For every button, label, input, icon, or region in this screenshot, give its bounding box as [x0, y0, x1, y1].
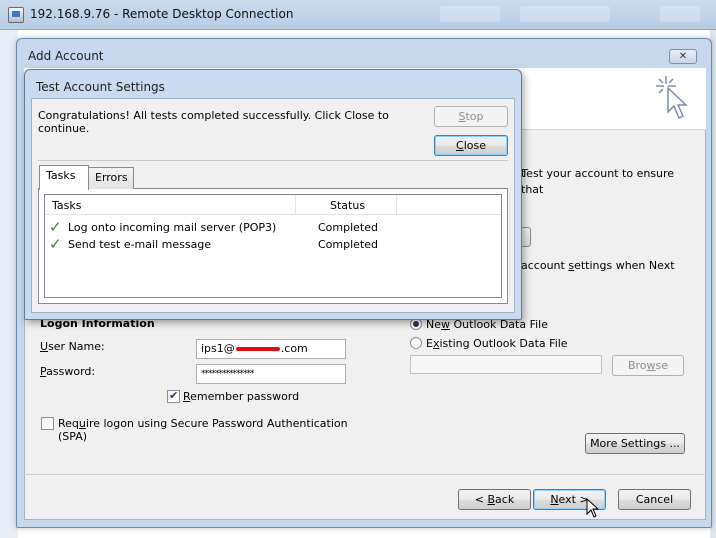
spa-label: Require logon using Secure Password Auth…: [58, 417, 348, 430]
rdp-app-icon: [8, 7, 24, 23]
rdp-window-title: 192.168.9.76 - Remote Desktop Connection: [30, 7, 294, 21]
column-divider: [396, 195, 397, 215]
success-message: Congratulations! All tests completed suc…: [38, 109, 389, 135]
password-input[interactable]: ***************: [196, 364, 346, 384]
user-name-label: User Name:: [40, 340, 105, 353]
existing-data-file-label: Existing Outlook Data File: [426, 337, 568, 350]
test-on-next-text: account settings when Next: [521, 259, 675, 272]
column-header-tasks[interactable]: Tasks: [52, 199, 81, 212]
task-status: Completed: [318, 221, 378, 234]
task-status: Completed: [318, 238, 378, 251]
user-name-input[interactable]: ips1@ .com: [196, 339, 346, 359]
rdp-title-bar: 192.168.9.76 - Remote Desktop Connection: [0, 0, 716, 30]
intro-text: tTest your account to ensure that: [521, 167, 675, 196]
tasks-list-header: [45, 195, 501, 215]
task-name: Send test e-mail message: [68, 238, 212, 251]
background-taskbar-item: [660, 6, 700, 22]
column-divider: [295, 195, 296, 215]
tab-errors[interactable]: Errors: [88, 167, 134, 189]
back-button[interactable]: < Back: [458, 489, 531, 510]
test-dialog-title: Test Account Settings: [36, 80, 165, 94]
footer-divider: [24, 474, 706, 475]
cancel-button[interactable]: Cancel: [618, 489, 691, 510]
spa-checkbox[interactable]: [41, 417, 54, 430]
more-settings-button[interactable]: More Settings ...: [585, 433, 685, 454]
tab-tasks[interactable]: Tasks: [39, 165, 89, 190]
background-taskbar-item: [440, 6, 500, 22]
add-account-close-button[interactable]: ✕: [669, 49, 697, 64]
spa-label-line2: (SPA): [58, 430, 88, 443]
background-taskbar-item: [520, 6, 610, 22]
remember-password-checkbox[interactable]: [167, 389, 180, 403]
password-label: Password:: [40, 365, 96, 378]
close-button[interactable]: Close: [434, 135, 508, 156]
column-header-status[interactable]: Status: [330, 199, 365, 212]
green-check-icon: ✓: [49, 235, 62, 253]
test-dialog-divider: [38, 160, 508, 161]
stop-button[interactable]: Stop: [434, 106, 508, 127]
green-check-icon: ✓: [49, 218, 62, 236]
browse-button[interactable]: Browse: [612, 355, 684, 376]
add-account-title: Add Account: [28, 49, 104, 63]
task-name: Log onto incoming mail server (POP3): [68, 221, 277, 234]
existing-data-file-radio[interactable]: [410, 337, 422, 349]
wizard-cursor-icon: [656, 76, 688, 120]
existing-data-file-path-input[interactable]: [410, 355, 602, 374]
mouse-pointer-icon: [586, 498, 600, 518]
remember-password-label: Remember password: [183, 390, 300, 403]
redaction-mark: [235, 347, 280, 351]
